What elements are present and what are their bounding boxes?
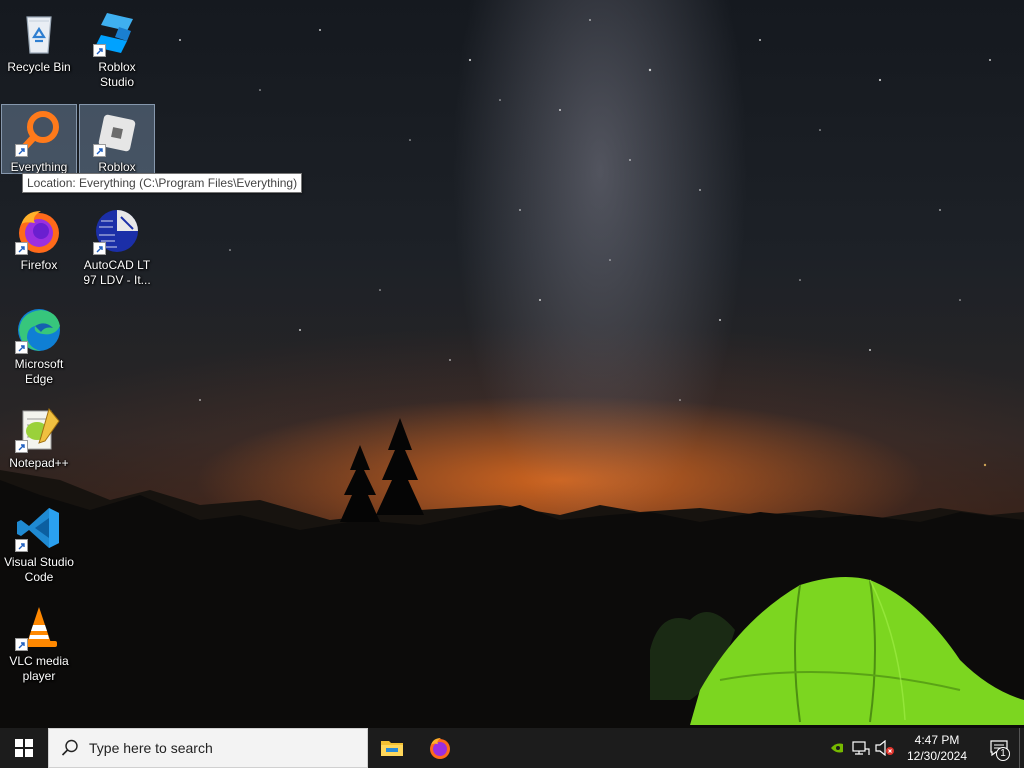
desktop-icon-vlc[interactable]: VLC media player [1, 598, 77, 694]
roblox-studio-icon [93, 9, 141, 57]
notepad-plus-plus-icon [15, 405, 63, 453]
desktop-icon-roblox-player[interactable]: Roblox Player [79, 104, 155, 189]
clock-date: 12/30/2024 [906, 749, 968, 763]
desktop-icon-label: AutoCAD LT 97 LDV - It... [83, 258, 151, 287]
firefox-icon [430, 738, 450, 759]
firefox-icon [15, 207, 63, 255]
desktop-icon-label: Firefox [20, 258, 58, 272]
show-desktop-button[interactable] [1019, 728, 1024, 768]
desktop-icon-notepad-plus-plus[interactable]: Notepad++ [1, 400, 77, 496]
search-placeholder: Type here to search [89, 740, 213, 756]
desktop-icon-autocad[interactable]: AutoCAD LT 97 LDV - It... [79, 202, 155, 298]
vlc-cone-icon [15, 603, 63, 651]
clock-time: 4:47 PM [914, 733, 960, 747]
file-explorer-icon [381, 741, 403, 756]
everything-search-icon [15, 109, 63, 157]
windows-logo-icon [15, 739, 33, 757]
volume-muted-icon [875, 740, 894, 756]
desktop-icon-label: Notepad++ [9, 456, 69, 470]
icon-tooltip: Location: Everything (C:\Program Files\E… [22, 173, 303, 193]
taskbar: Type here to search 4:47 PM 12/30/2024 1 [0, 728, 1024, 768]
shortcut-arrow-icon [15, 440, 28, 453]
shortcut-arrow-icon [15, 242, 28, 255]
tray-volume[interactable] [873, 728, 897, 768]
desktop-icon-recycle-bin[interactable]: Recycle Bin [1, 4, 77, 100]
desktop-icon-label: Roblox Studio [98, 60, 136, 89]
desktop-icon-everything[interactable]: Everything [1, 104, 77, 174]
network-icon [852, 741, 870, 755]
desktop-icon-microsoft-edge[interactable]: Microsoft Edge [1, 301, 77, 397]
edge-icon [15, 306, 63, 354]
notification-count-badge: 1 [996, 747, 1010, 761]
vscode-icon [15, 504, 63, 552]
recycle-bin-icon [15, 9, 63, 57]
shortcut-arrow-icon [15, 341, 28, 354]
nvidia-icon [831, 743, 843, 753]
start-button[interactable] [0, 728, 48, 768]
taskbar-clock[interactable]: 4:47 PM 12/30/2024 [901, 732, 973, 764]
shortcut-arrow-icon [15, 638, 28, 651]
shortcut-arrow-icon [93, 242, 106, 255]
shortcut-arrow-icon [15, 144, 28, 157]
desktop-icon-visual-studio-code[interactable]: Visual Studio Code [1, 499, 77, 595]
desktop-icon-label: VLC media player [9, 654, 69, 683]
tray-network[interactable] [849, 728, 873, 768]
action-center-button[interactable]: 1 [979, 728, 1019, 768]
roblox-player-icon [93, 109, 141, 157]
shortcut-arrow-icon [93, 144, 106, 157]
taskbar-firefox[interactable] [416, 728, 464, 768]
system-tray: 4:47 PM 12/30/2024 1 [825, 728, 1024, 768]
desktop-icon-label: Recycle Bin [7, 60, 71, 74]
tray-nvidia[interactable] [825, 728, 849, 768]
taskbar-file-explorer[interactable] [368, 728, 416, 768]
shortcut-arrow-icon [15, 539, 28, 552]
desktop-icon-label: Visual Studio Code [4, 555, 74, 584]
shortcut-arrow-icon [93, 44, 106, 57]
taskbar-search-box[interactable]: Type here to search [48, 728, 368, 768]
desktop-icon-roblox-studio[interactable]: Roblox Studio [79, 4, 155, 100]
search-icon [61, 739, 78, 756]
autocad-icon [93, 207, 141, 255]
desktop-icon-firefox[interactable]: Firefox [1, 202, 77, 298]
desktop-icon-label: Microsoft Edge [14, 357, 64, 386]
